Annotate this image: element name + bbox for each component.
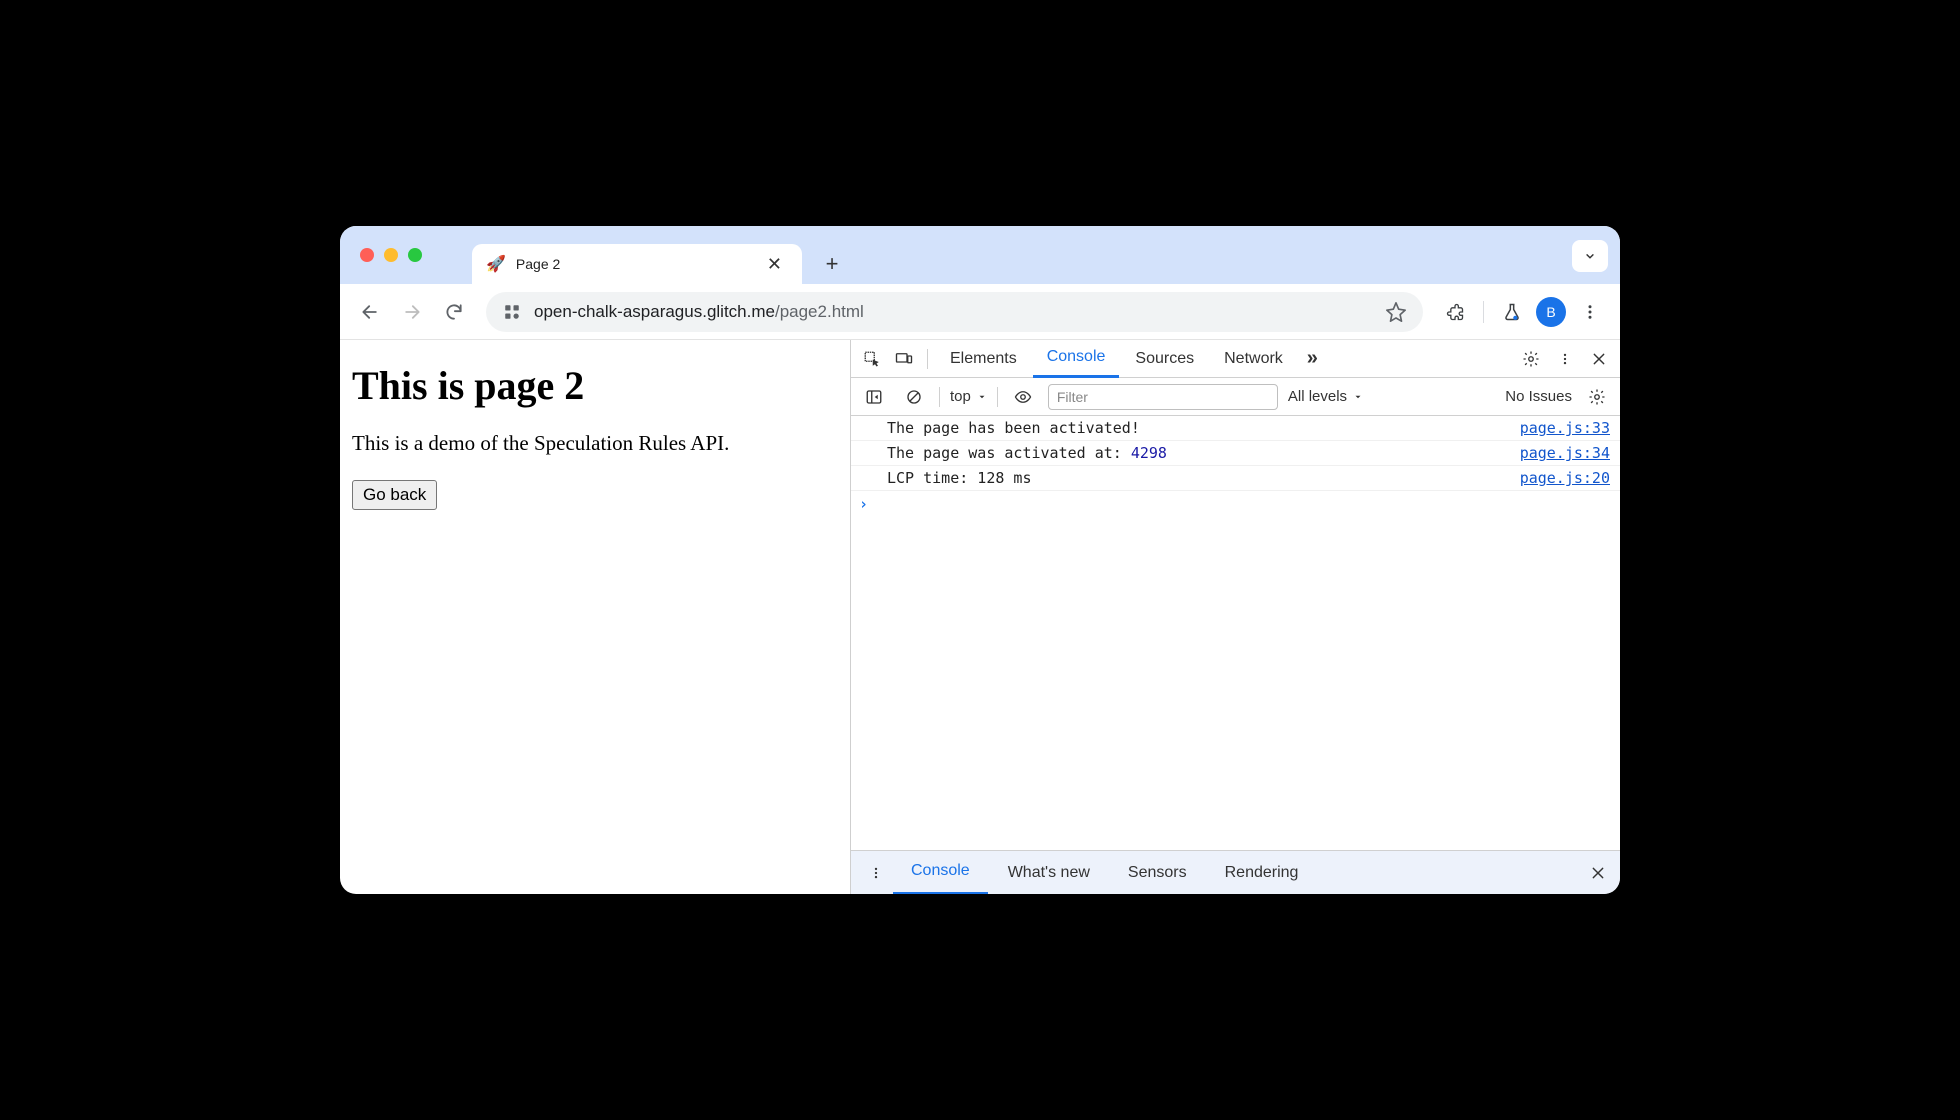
go-back-button[interactable]: Go back (352, 480, 437, 510)
gear-icon (1522, 350, 1540, 368)
address-bar[interactable]: open-chalk-asparagus.glitch.me/page2.htm… (486, 292, 1423, 332)
flask-icon (1502, 302, 1522, 322)
dots-vertical-icon (1558, 350, 1572, 368)
titlebar: 🚀 Page 2 ✕ + (340, 226, 1620, 284)
log-levels-selector[interactable]: All levels (1288, 388, 1363, 405)
star-icon (1385, 301, 1407, 323)
toolbar-divider (1483, 301, 1484, 323)
toggle-sidebar-button[interactable] (859, 382, 889, 412)
chevron-down-icon (1583, 249, 1597, 263)
page-description: This is a demo of the Speculation Rules … (352, 431, 838, 456)
separator (939, 387, 940, 407)
sidebar-icon (865, 388, 883, 406)
arrow-left-icon (360, 302, 380, 322)
devtools-menu-button[interactable] (1550, 344, 1580, 374)
dots-vertical-icon (869, 864, 883, 882)
search-tabs-button[interactable] (1572, 240, 1608, 272)
console-filter-input[interactable] (1048, 384, 1278, 410)
close-window-button[interactable] (360, 248, 374, 262)
page-content: This is page 2 This is a demo of the Spe… (340, 340, 850, 894)
extensions-button[interactable] (1437, 294, 1473, 330)
bookmark-button[interactable] (1385, 301, 1407, 323)
console-prompt[interactable]: › (851, 491, 1620, 517)
main-split: This is page 2 This is a demo of the Spe… (340, 340, 1620, 894)
reload-icon (444, 302, 464, 322)
close-drawer-button[interactable] (1586, 861, 1610, 885)
drawer-tab-console[interactable]: Console (893, 851, 988, 895)
issues-status[interactable]: No Issues (1505, 388, 1572, 405)
drawer-tab-whatsnew[interactable]: What's new (990, 851, 1108, 895)
console-source-link[interactable]: page.js:34 (1520, 444, 1610, 462)
context-selector[interactable]: top (950, 388, 987, 405)
profile-avatar[interactable]: B (1536, 297, 1566, 327)
browser-tab[interactable]: 🚀 Page 2 ✕ (472, 244, 802, 284)
console-settings-button[interactable] (1582, 382, 1612, 412)
inspect-element-button[interactable] (857, 344, 887, 374)
new-tab-button[interactable]: + (816, 248, 848, 280)
tab-title: Page 2 (516, 256, 761, 272)
minimize-window-button[interactable] (384, 248, 398, 262)
console-message: The page was activated at: 4298 (887, 444, 1504, 462)
eye-icon (1013, 388, 1033, 406)
dots-vertical-icon (1581, 303, 1599, 321)
devtools-settings-button[interactable] (1516, 344, 1546, 374)
devtools-drawer: Console What's new Sensors Rendering (851, 850, 1620, 894)
drawer-menu-button[interactable] (861, 858, 891, 888)
drawer-tab-sensors[interactable]: Sensors (1110, 851, 1205, 895)
tab-favicon-rocket-icon: 🚀 (486, 254, 506, 274)
page-heading: This is page 2 (352, 362, 838, 409)
traffic-lights (360, 248, 422, 262)
drawer-tab-rendering[interactable]: Rendering (1207, 851, 1317, 895)
devtools-tabs: Elements Console Sources Network » (851, 340, 1620, 378)
labs-button[interactable] (1494, 294, 1530, 330)
separator (927, 349, 928, 369)
reload-button[interactable] (436, 294, 472, 330)
console-row: LCP time: 128 ms page.js:20 (851, 466, 1620, 491)
devices-icon (894, 350, 914, 368)
tab-elements[interactable]: Elements (936, 340, 1031, 378)
console-toolbar: top All levels No Issues (851, 378, 1620, 416)
close-icon (1590, 865, 1606, 881)
console-row: The page has been activated! page.js:33 (851, 416, 1620, 441)
console-message: LCP time: 128 ms (887, 469, 1504, 487)
tab-sources[interactable]: Sources (1121, 340, 1208, 378)
arrow-right-icon (402, 302, 422, 322)
puzzle-icon (1445, 302, 1465, 322)
console-source-link[interactable]: page.js:20 (1520, 469, 1610, 487)
live-expression-button[interactable] (1008, 382, 1038, 412)
browser-toolbar: open-chalk-asparagus.glitch.me/page2.htm… (340, 284, 1620, 340)
clear-icon (905, 388, 923, 406)
separator (997, 387, 998, 407)
caret-down-icon (977, 392, 987, 402)
console-output: The page has been activated! page.js:33 … (851, 416, 1620, 850)
device-toggle-button[interactable] (889, 344, 919, 374)
chrome-menu-button[interactable] (1572, 294, 1608, 330)
console-row: The page was activated at: 4298 page.js:… (851, 441, 1620, 466)
console-message: The page has been activated! (887, 419, 1504, 437)
more-tabs-button[interactable]: » (1299, 347, 1326, 370)
back-button[interactable] (352, 294, 388, 330)
tab-console[interactable]: Console (1033, 340, 1120, 378)
clear-console-button[interactable] (899, 382, 929, 412)
console-source-link[interactable]: page.js:33 (1520, 419, 1610, 437)
site-settings-icon[interactable] (502, 302, 522, 322)
browser-window: 🚀 Page 2 ✕ + open-chalk-asparagus.glitch… (340, 226, 1620, 894)
gear-icon (1588, 388, 1606, 406)
tab-network[interactable]: Network (1210, 340, 1297, 378)
url-text: open-chalk-asparagus.glitch.me/page2.htm… (534, 302, 864, 322)
caret-down-icon (1353, 392, 1363, 402)
close-icon (1591, 351, 1607, 367)
inspect-icon (863, 350, 881, 368)
close-tab-button[interactable]: ✕ (761, 252, 788, 277)
devtools-panel: Elements Console Sources Network » (850, 340, 1620, 894)
forward-button[interactable] (394, 294, 430, 330)
close-devtools-button[interactable] (1584, 344, 1614, 374)
fullscreen-window-button[interactable] (408, 248, 422, 262)
